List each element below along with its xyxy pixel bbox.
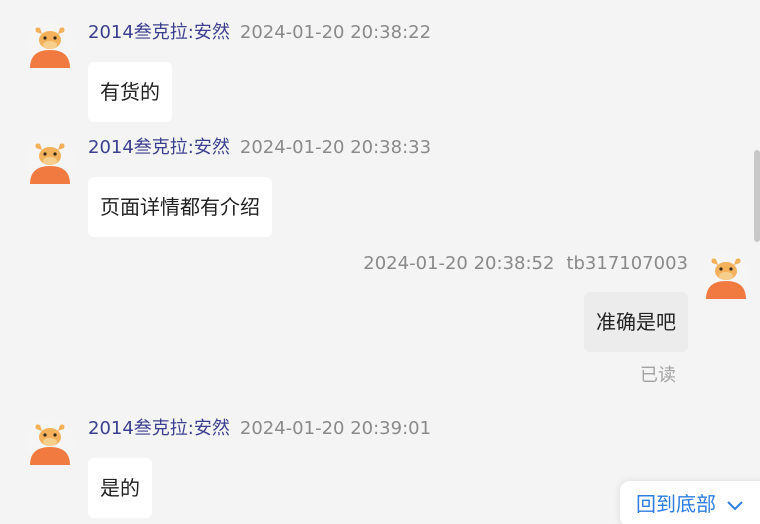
avatar-cow-icon[interactable] — [702, 251, 750, 299]
avatar-cow-icon[interactable] — [26, 417, 74, 465]
scroll-to-bottom-button[interactable]: 回到底部 — [620, 481, 760, 524]
read-status: 已读 — [640, 365, 676, 386]
message-meta: 2014叁克拉:安然 2024-01-20 20:38:22 — [88, 21, 431, 45]
sender-name[interactable]: 2014叁克拉:安然 — [88, 418, 230, 439]
message-meta: 2014叁克拉:安然 2024-01-20 20:39:01 — [88, 417, 431, 441]
message-bubble[interactable]: 准确是吧 — [584, 292, 688, 352]
sender-name[interactable]: 2014叁克拉:安然 — [88, 137, 230, 158]
message-bubble[interactable]: 是的 — [88, 458, 152, 518]
avatar-cow-icon[interactable] — [26, 20, 74, 68]
scrollbar-thumb[interactable] — [754, 150, 760, 242]
timestamp: 2024-01-20 20:39:01 — [239, 418, 432, 439]
chat-window: 2014叁克拉:安然 2024-01-20 20:38:22 有货的 2014叁克… — [0, 0, 760, 524]
message-meta: 2024-01-20 20:38:52 tb317107003 — [363, 252, 688, 276]
timestamp: 2024-01-20 20:38:33 — [239, 137, 432, 158]
timestamp: 2024-01-20 20:38:22 — [239, 22, 432, 43]
scroll-to-bottom-label: 回到底部 — [636, 492, 716, 516]
chevron-down-icon — [727, 500, 744, 510]
sender-name: tb317107003 — [566, 253, 688, 274]
avatar-cow-icon[interactable] — [26, 136, 74, 184]
message-bubble[interactable]: 有货的 — [88, 62, 172, 122]
sender-name[interactable]: 2014叁克拉:安然 — [88, 22, 230, 43]
message-meta: 2014叁克拉:安然 2024-01-20 20:38:33 — [88, 136, 431, 160]
message-bubble[interactable]: 页面详情都有介绍 — [88, 177, 272, 237]
timestamp: 2024-01-20 20:38:52 — [363, 253, 555, 274]
